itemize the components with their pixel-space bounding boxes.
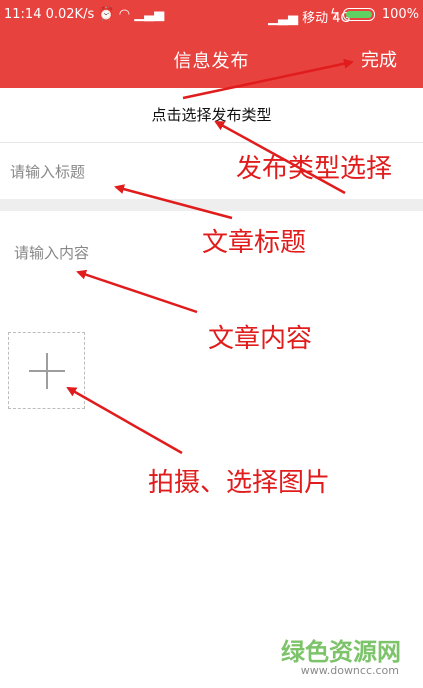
annotation-type-select: 发布类型选择 — [236, 154, 393, 184]
status-right: ϟ 100% — [330, 7, 419, 22]
type-selector-label: 点击选择发布类型 — [151, 106, 272, 124]
watermark-url: www.downcc.com — [300, 664, 399, 677]
status-time: 11:14 — [4, 7, 42, 22]
page-title: 信息发布 — [173, 51, 250, 72]
status-bar: 11:14 0.02K/s ⏰ ◠ ▁▃▅ ▁▃▅ 移动 4G ϟ 100% — [0, 0, 423, 32]
status-speed: 0.02K/s — [45, 7, 95, 22]
header-bar: 信息发布 完成 — [0, 32, 423, 88]
arrow-to-photo — [66, 386, 183, 455]
wifi-icon: ◠ — [118, 7, 131, 22]
annotation-photo: 拍摄、选择图片 — [148, 468, 331, 498]
section-divider — [0, 199, 423, 211]
status-battery: 100% — [381, 7, 420, 22]
plus-icon — [29, 353, 65, 389]
type-selector[interactable]: 点击选择发布类型 — [0, 88, 423, 143]
annotation-article-content: 文章内容 — [208, 324, 313, 354]
signal-icon: ▁▃▅ — [268, 11, 298, 26]
watermark-brand: 绿色资源网 — [281, 638, 401, 666]
battery-icon — [342, 8, 375, 21]
status-left: 11:14 0.02K/s ⏰ ◠ ▁▃▅ — [4, 7, 164, 22]
signal-icon: ▁▃▅ — [134, 7, 165, 22]
add-photo-button[interactable] — [8, 332, 85, 409]
charging-icon: ϟ — [330, 7, 339, 22]
annotation-article-title: 文章标题 — [202, 228, 307, 258]
done-button[interactable]: 完成 — [361, 46, 397, 72]
alarm-icon: ⏰ — [98, 7, 115, 22]
